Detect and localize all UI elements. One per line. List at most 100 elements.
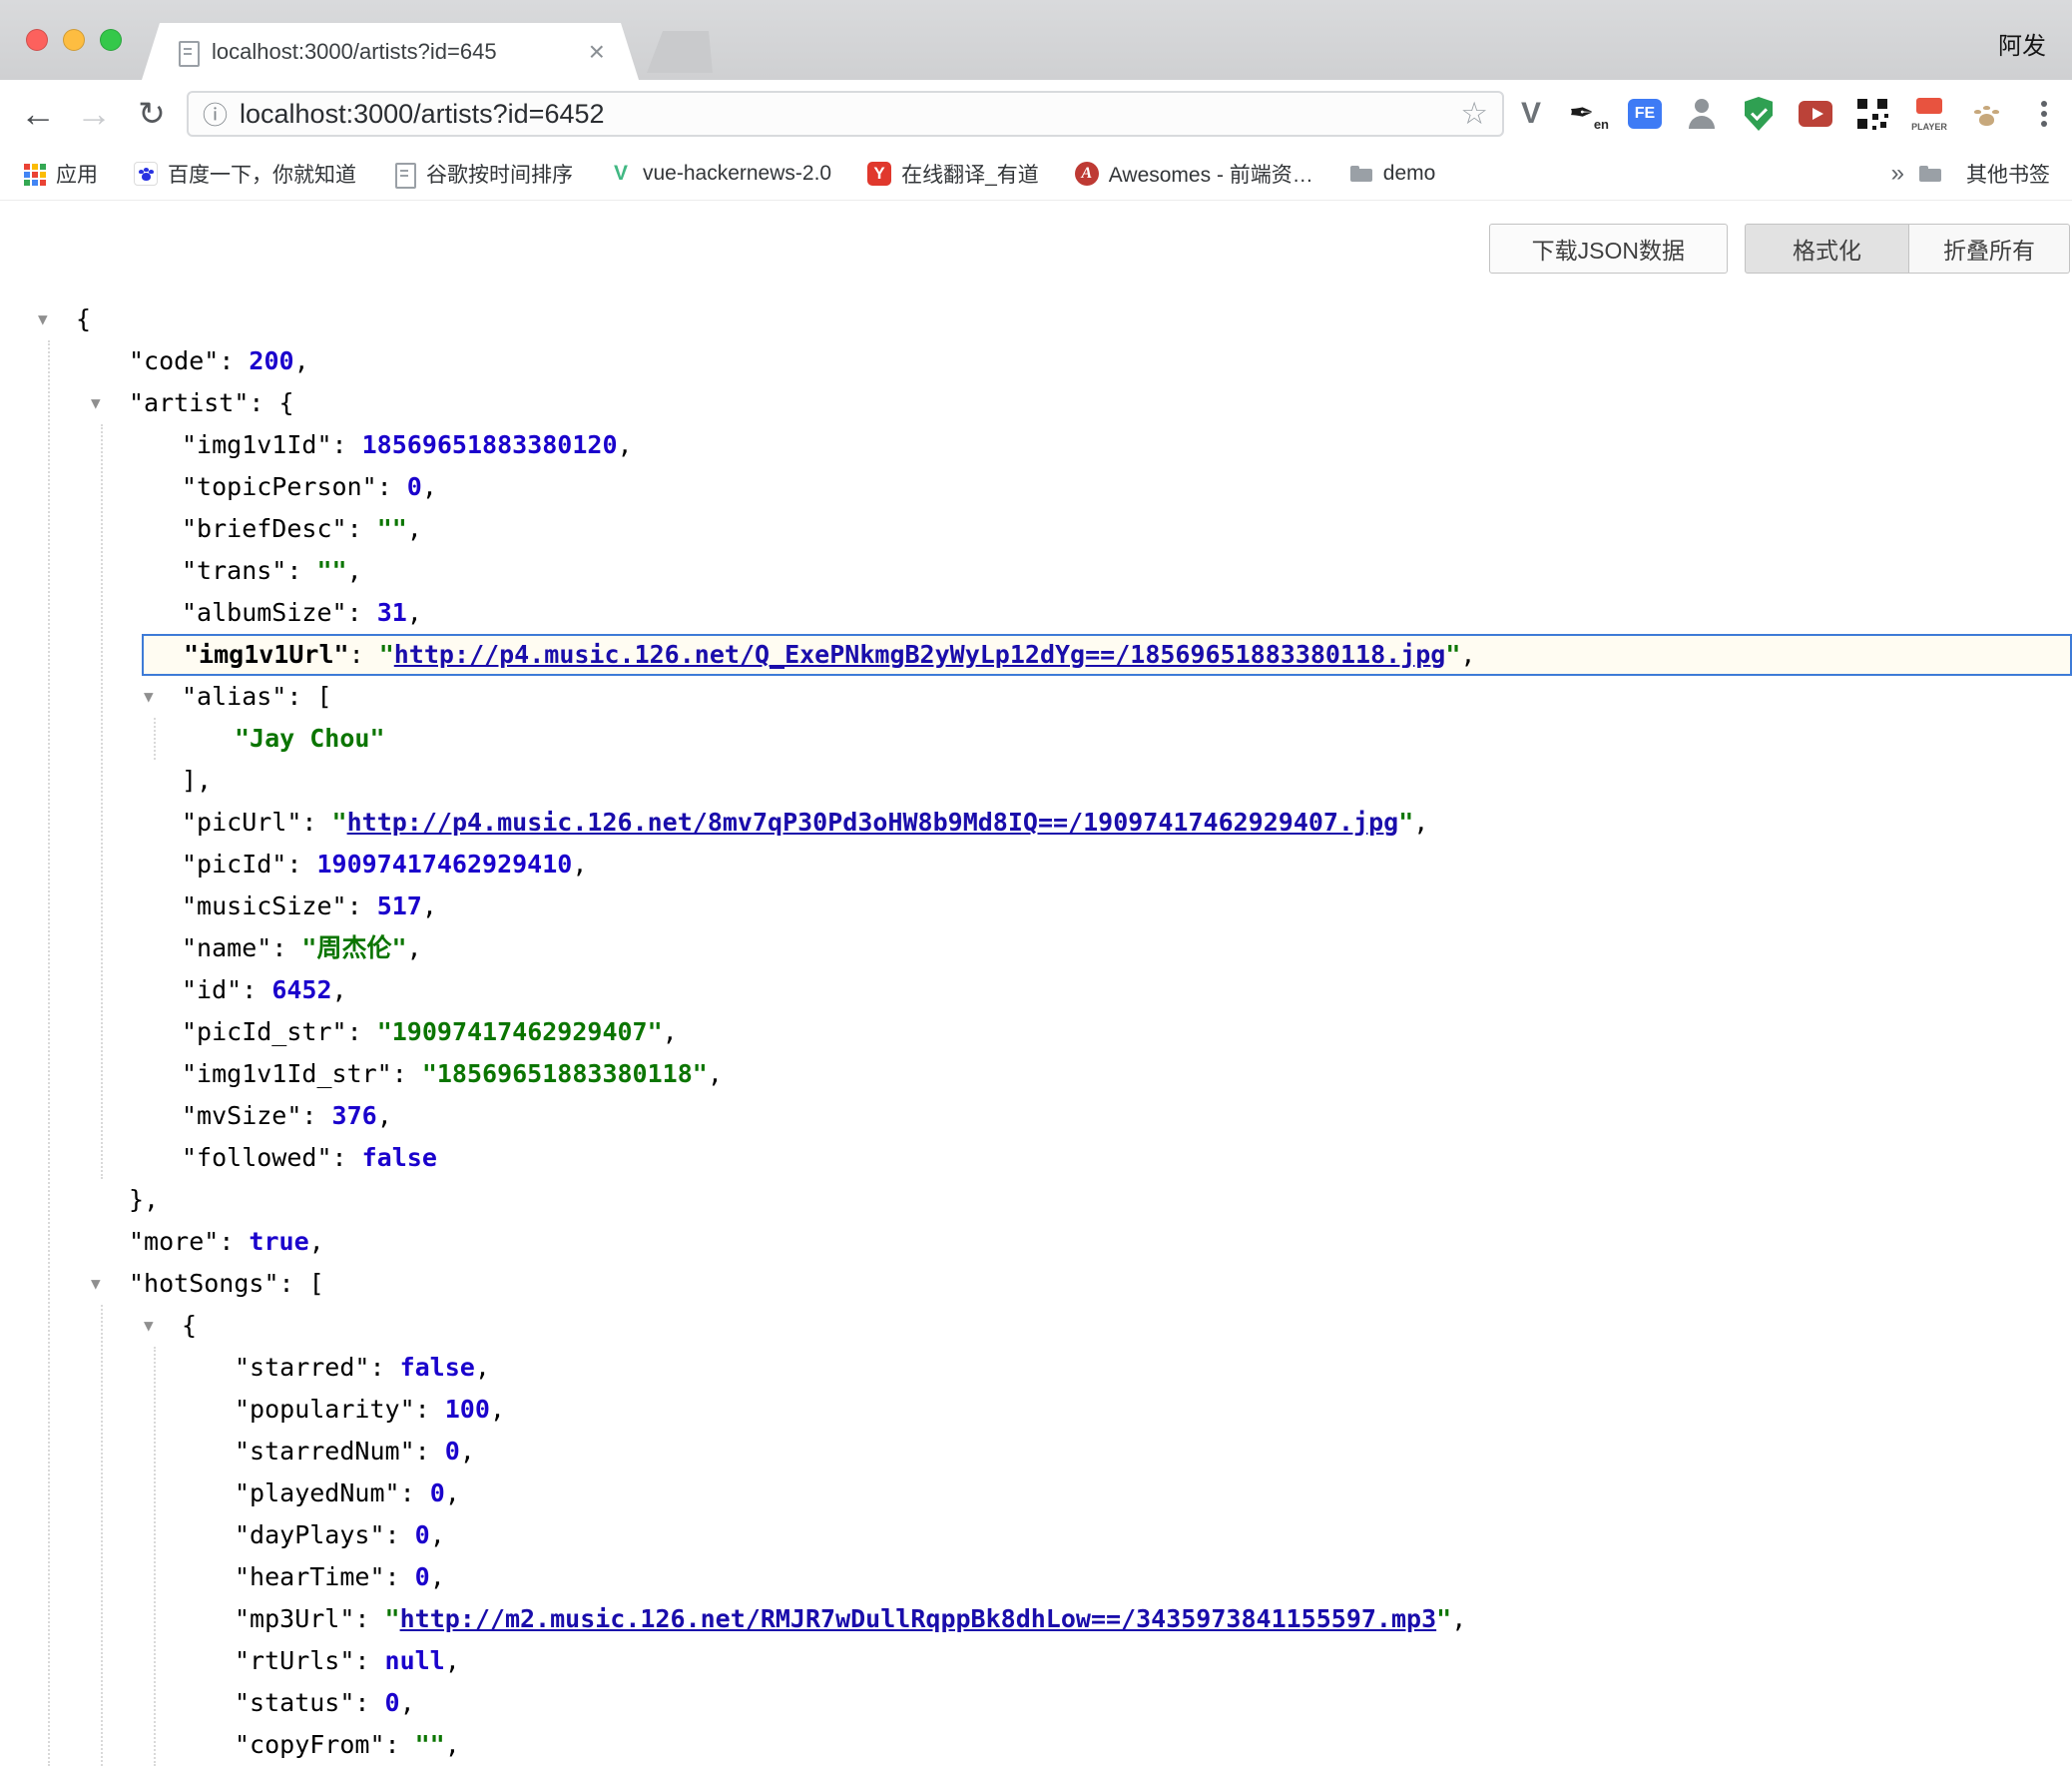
- collapse-arrow-icon[interactable]: ▼: [144, 1305, 154, 1347]
- json-punct: :: [286, 556, 316, 585]
- json-punct: :: [354, 1646, 384, 1675]
- collapse-arrow-icon[interactable]: ▼: [91, 382, 101, 424]
- json-key: "more": [129, 1227, 219, 1256]
- page-icon: [392, 162, 416, 186]
- extensions-toolbar: V ✒en FE PLAYER: [1508, 92, 2066, 136]
- url-text[interactable]: localhost:3000/artists?id=6452: [240, 99, 1452, 130]
- json-punct: :: [332, 430, 362, 459]
- fe-extension-icon[interactable]: FE: [1622, 92, 1668, 136]
- json-value: 0: [430, 1478, 445, 1507]
- bookmark-item-4[interactable]: Y在线翻译_有道: [867, 159, 1039, 189]
- download-json-button[interactable]: 下载JSON数据: [1489, 224, 1728, 274]
- tab-close-icon[interactable]: ×: [589, 38, 605, 66]
- tab-title: localhost:3000/artists?id=645: [212, 39, 497, 65]
- json-value: 0: [445, 1437, 460, 1466]
- pen-icon: ✒: [1569, 92, 1594, 136]
- json-punct: ,: [708, 1059, 723, 1088]
- bookmarks-bar: 应用 百度一下，你就知道 谷歌按时间排序 Vvue-hackernews-2.0 Y在线…: [0, 148, 2072, 201]
- json-key: "musicSize": [182, 891, 347, 920]
- json-viewer-controls: 下载JSON数据 格式化 折叠所有: [1489, 224, 2070, 274]
- bookmarks-overflow-chevron[interactable]: »: [1891, 160, 1904, 188]
- json-punct: :: [347, 514, 377, 543]
- json-line: "copyFrom": "",: [0, 1724, 2072, 1766]
- reload-button[interactable]: ↻: [128, 90, 176, 138]
- json-key: "status": [235, 1688, 354, 1717]
- back-button[interactable]: ←: [14, 90, 62, 138]
- json-url-link[interactable]: http://m2.music.126.net/RMJR7wDullRqppBk…: [400, 1604, 1437, 1633]
- json-line: "more": true,: [0, 1221, 2072, 1263]
- bookmarks-right: » 其他书签: [1891, 159, 2050, 189]
- bookmark-star-icon[interactable]: ☆: [1460, 96, 1488, 132]
- json-key: "id": [182, 975, 242, 1004]
- collapse-arrow-icon[interactable]: ▼: [91, 1263, 101, 1305]
- profile-name[interactable]: 阿发: [1998, 26, 2046, 61]
- bookmark-item-1[interactable]: 百度一下，你就知道: [134, 159, 356, 189]
- folder-icon: [1918, 162, 1942, 186]
- v-extension-icon[interactable]: V: [1508, 92, 1554, 136]
- json-value: 517: [377, 891, 422, 920]
- qrcode-extension-icon[interactable]: [1849, 92, 1895, 136]
- bookmarks-list: 应用 百度一下，你就知道 谷歌按时间排序 Vvue-hackernews-2.0 Y在线…: [22, 159, 1471, 189]
- json-key: "mp3Url": [235, 1604, 354, 1633]
- collapse-arrow-icon[interactable]: ▼: [38, 298, 48, 340]
- browser-tab[interactable]: localhost:3000/artists?id=645 ×: [142, 23, 639, 80]
- json-string: ": [385, 1604, 400, 1633]
- json-punct: :: [385, 1730, 415, 1759]
- json-value: 31: [377, 598, 407, 627]
- bookmark-item-0[interactable]: 应用: [22, 159, 98, 189]
- address-bar[interactable]: ⓘ localhost:3000/artists?id=6452 ☆: [187, 91, 1504, 137]
- other-bookmarks[interactable]: 其他书签: [1966, 159, 2050, 189]
- window-controls: [26, 29, 122, 51]
- json-punct: :: [347, 891, 377, 920]
- json-punct: ,: [407, 514, 422, 543]
- json-punct: : [: [286, 682, 331, 711]
- json-string: "": [316, 556, 346, 585]
- json-line: "hearTime": 0,: [0, 1556, 2072, 1598]
- person-extension-icon[interactable]: [1679, 92, 1725, 136]
- json-url-link[interactable]: http://p4.music.126.net/Q_ExePNkmgB2yWyL…: [394, 640, 1446, 669]
- bookmark-item-6[interactable]: demo: [1349, 162, 1436, 186]
- json-punct: ,: [294, 346, 309, 375]
- collapse-arrow-icon[interactable]: ▼: [144, 676, 154, 718]
- bookmark-item-2[interactable]: 谷歌按时间排序: [392, 159, 573, 189]
- json-punct: :: [301, 1101, 331, 1130]
- json-punct: :: [347, 598, 377, 627]
- page-info-icon[interactable]: ⓘ: [203, 96, 228, 132]
- json-punct: :: [354, 1604, 384, 1633]
- json-punct: :: [354, 1688, 384, 1717]
- json-string: "": [377, 514, 407, 543]
- translate-extension-icon[interactable]: ✒en: [1565, 92, 1611, 136]
- close-window-button[interactable]: [26, 29, 48, 51]
- bookmark-item-5[interactable]: AAwesomes - 前端资…: [1075, 159, 1313, 189]
- json-key: "picUrl": [182, 808, 301, 837]
- shield-extension-icon[interactable]: [1736, 92, 1782, 136]
- player-extension-icon[interactable]: PLAYER: [1906, 92, 1952, 136]
- json-value: 0: [385, 1688, 400, 1717]
- format-button[interactable]: 格式化: [1745, 224, 1909, 274]
- json-punct: :: [415, 1437, 445, 1466]
- browser-menu-icon[interactable]: [2020, 92, 2066, 136]
- json-punct: ,: [490, 1395, 505, 1424]
- json-key: "copyFrom": [235, 1730, 385, 1759]
- json-string: ": [1436, 1604, 1451, 1633]
- paw-extension-icon[interactable]: [1963, 92, 2009, 136]
- maximize-window-button[interactable]: [100, 29, 122, 51]
- collapse-all-button[interactable]: 折叠所有: [1909, 224, 2070, 274]
- json-viewer: ▼{"code": 200,▼"artist": {"img1v1Id": 18…: [0, 298, 2072, 1766]
- new-tab-button[interactable]: [647, 31, 713, 73]
- json-line: "picId": 19097417462929410,: [0, 844, 2072, 885]
- minimize-window-button[interactable]: [63, 29, 85, 51]
- json-url-link[interactable]: http://p4.music.126.net/8mv7qP30Pd3oHW8b…: [347, 808, 1399, 837]
- bookmark-label: 应用: [56, 159, 98, 189]
- json-line: "mp3Url": "http://m2.music.126.net/RMJR7…: [0, 1598, 2072, 1640]
- bookmark-item-3[interactable]: Vvue-hackernews-2.0: [609, 162, 831, 186]
- youtube-extension-icon[interactable]: [1793, 92, 1838, 136]
- json-punct: ,: [460, 1437, 475, 1466]
- json-value: 6452: [271, 975, 331, 1004]
- json-value: 0: [407, 472, 422, 501]
- json-string: ": [1445, 640, 1460, 669]
- json-key: "img1v1Id": [182, 430, 332, 459]
- json-punct: ,: [407, 598, 422, 627]
- json-punct: :: [349, 640, 379, 669]
- json-punct: },: [129, 1185, 159, 1214]
